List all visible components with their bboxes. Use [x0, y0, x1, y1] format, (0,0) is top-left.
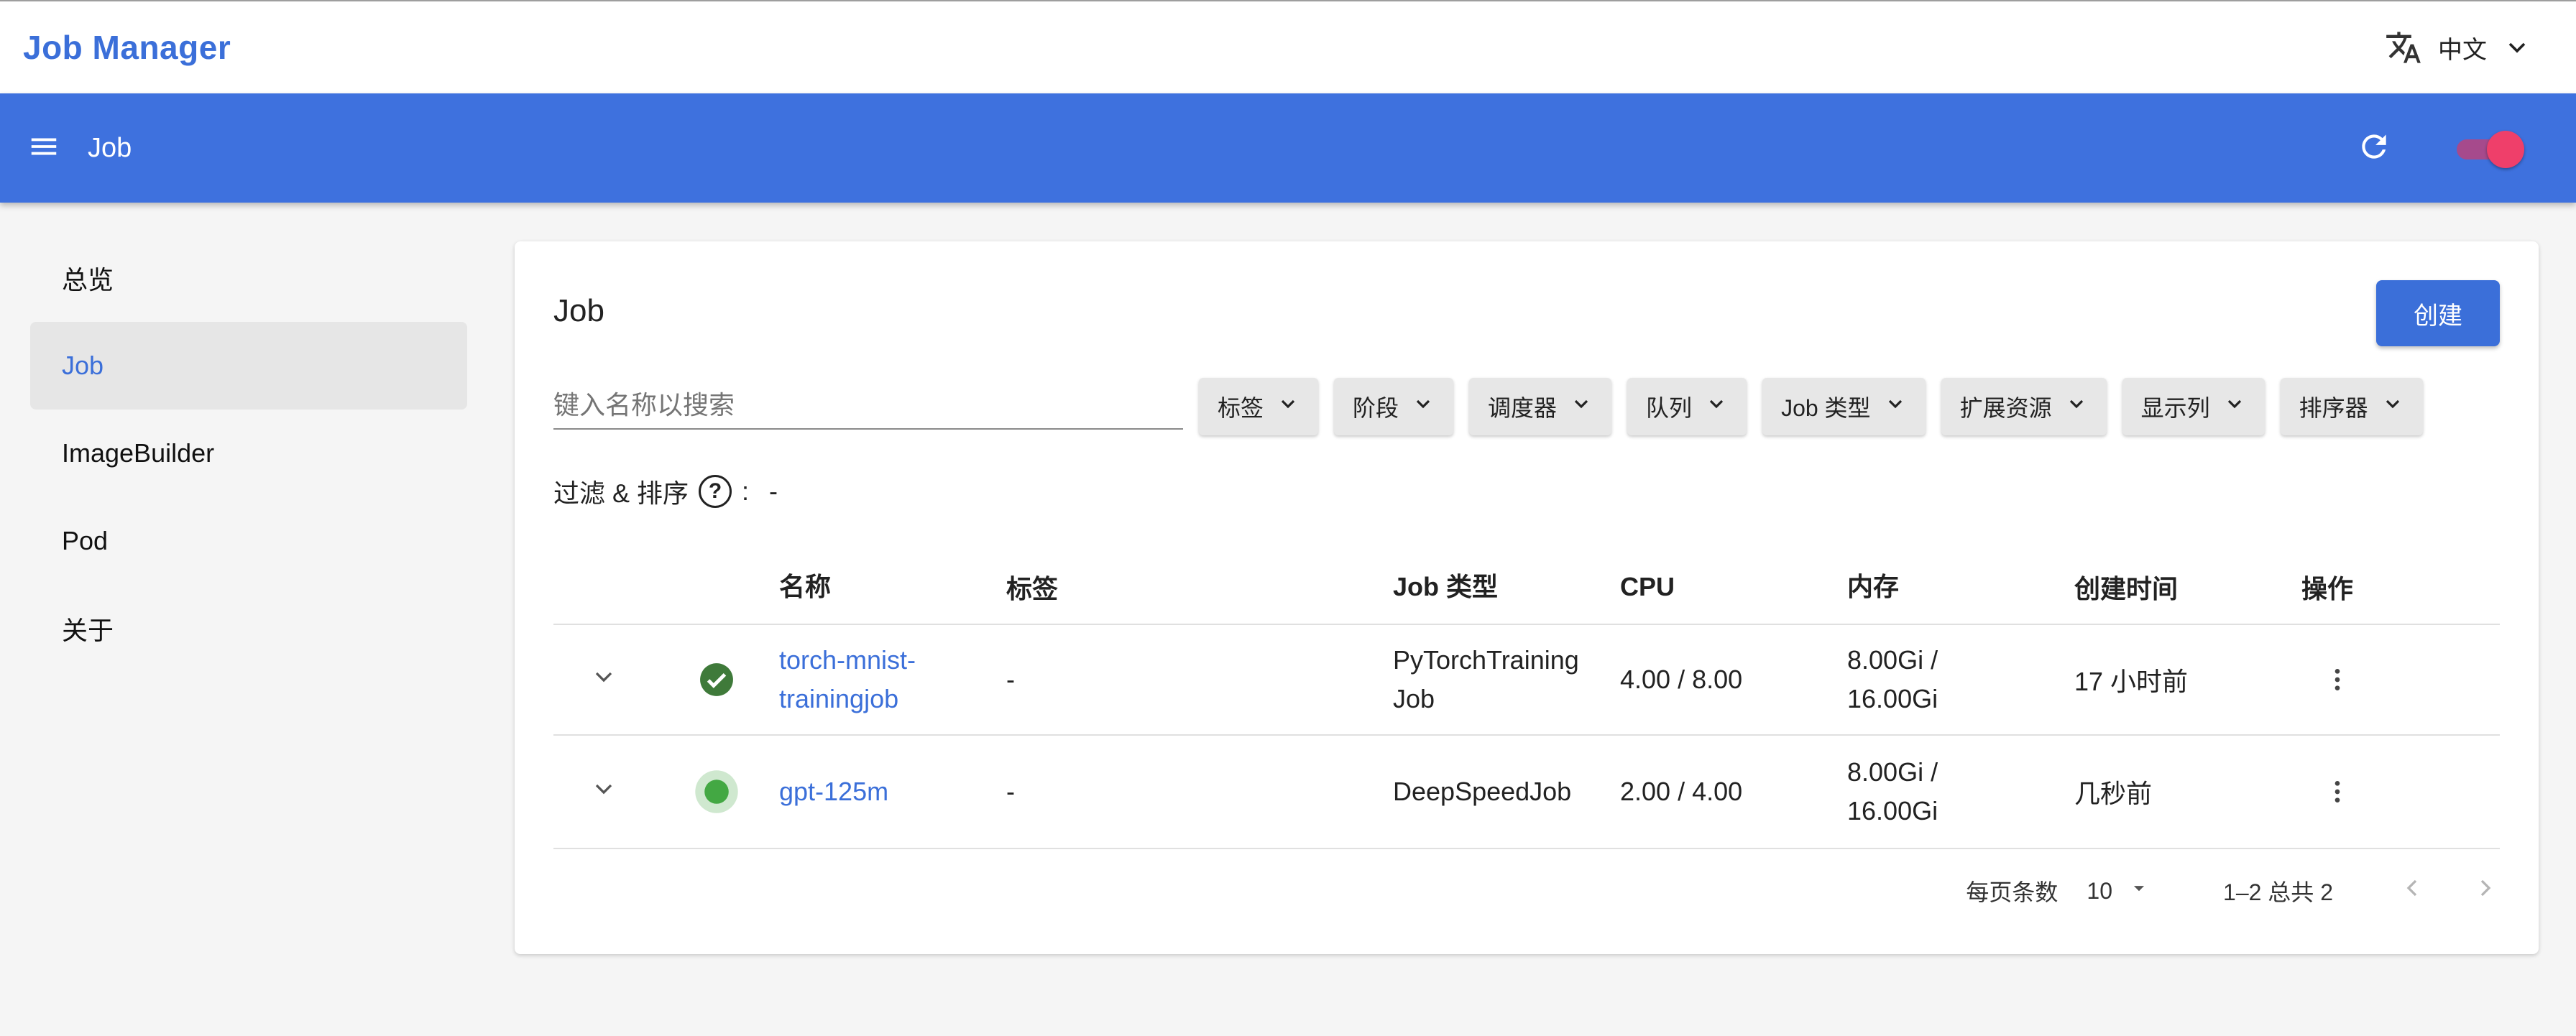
sidebar-item-pod[interactable]: Pod — [30, 497, 467, 585]
job-cpu: 4.00 / 8.00 — [1620, 665, 1743, 694]
chevron-down-icon — [2223, 392, 2246, 421]
job-cpu: 2.00 / 4.00 — [1620, 777, 1743, 806]
language-label: 中文 — [2438, 36, 2487, 64]
job-table: 名称 标签 Job 类型 CPU 内存 创建时间 操作 torch-mnist-… — [553, 550, 2500, 849]
filter-bar: 标签 阶段 调度器 队列 Job 类型 扩展资源 显示列 排序器 — [1199, 378, 2423, 435]
create-button[interactable]: 创建 — [2376, 280, 2500, 346]
chevron-down-icon — [1276, 392, 1300, 421]
filter-state-label: 过滤 & 排序 — [553, 478, 689, 508]
column-header-created[interactable]: 创建时间 — [2074, 568, 2301, 606]
top-header: Job Manager 中文 — [0, 0, 2576, 93]
arrow-drop-down-icon — [2127, 876, 2151, 906]
job-type: PyTorchTraining Job — [1393, 645, 1579, 713]
filter-state: 过滤 & 排序 ? : - — [553, 473, 778, 510]
rows-per-page-label: 每页条数 — [1966, 879, 2058, 905]
column-header-type[interactable]: Job 类型 — [1393, 568, 1620, 606]
brand-title[interactable]: Job Manager — [23, 28, 231, 67]
chevron-down-icon — [2381, 392, 2404, 421]
chevron-down-icon — [2503, 33, 2531, 62]
job-card: Job 创建 标签 阶段 调度器 队列 Job 类型 扩展资源 显示列 排序器 … — [515, 241, 2539, 954]
filter-sorter-button[interactable]: 排序器 — [2280, 378, 2423, 435]
pagination: 每页条数 10 1–2 总共 2 — [1966, 874, 2500, 908]
job-name-link[interactable]: gpt-125m — [779, 772, 1006, 811]
job-created: 17 小时前 — [2074, 667, 2189, 696]
filter-extended-resources-button[interactable]: 扩展资源 — [1941, 378, 2107, 435]
expand-row-button[interactable] — [553, 774, 654, 810]
filter-label: 扩展资源 — [1959, 395, 2052, 421]
job-memory: 8.00Gi / 16.00Gi — [1847, 645, 1938, 713]
filter-label: Job 类型 — [1781, 395, 1871, 421]
filter-queue-button[interactable]: 队列 — [1627, 378, 1747, 435]
chevron-down-icon — [1570, 392, 1593, 421]
app-bar-title: Job — [88, 132, 132, 163]
job-memory: 8.00Gi / 16.00Gi — [1847, 757, 1938, 825]
chevron-down-icon — [1884, 392, 1907, 421]
theme-toggle[interactable] — [2452, 126, 2524, 170]
filter-columns-button[interactable]: 显示列 — [2122, 378, 2265, 435]
filter-state-colon: : — [742, 476, 750, 506]
status-succeeded-icon — [654, 662, 779, 698]
job-type: DeepSpeedJob — [1393, 777, 1572, 806]
sidebar-item-job[interactable]: Job — [30, 322, 467, 410]
filter-label: 排序器 — [2299, 395, 2368, 421]
sidebar-item-overview[interactable]: 总览 — [30, 234, 467, 322]
help-icon[interactable]: ? — [699, 475, 732, 508]
filter-job-type-button[interactable]: Job 类型 — [1762, 378, 1926, 435]
filter-labels-button[interactable]: 标签 — [1199, 378, 1319, 435]
job-name-link[interactable]: torch-mnist- trainingjob — [779, 641, 1006, 718]
column-header-cpu[interactable]: CPU — [1620, 572, 1847, 602]
rows-per-page-value: 10 — [2087, 877, 2113, 904]
menu-icon[interactable] — [27, 130, 60, 167]
filter-phase-button[interactable]: 阶段 — [1334, 378, 1454, 435]
more-vert-icon[interactable] — [2301, 777, 2373, 806]
filter-state-value: - — [769, 476, 778, 506]
status-running-icon — [654, 769, 779, 814]
chevron-down-icon — [589, 662, 618, 698]
pagination-range: 1–2 总共 2 — [2223, 879, 2333, 905]
filter-label: 阶段 — [1353, 395, 1399, 421]
job-labels: - — [1006, 777, 1015, 806]
chevron-left-icon[interactable] — [2398, 874, 2426, 908]
filter-scheduler-button[interactable]: 调度器 — [1469, 378, 1612, 435]
column-header-memory[interactable]: 内存 — [1847, 568, 2074, 606]
column-header-name[interactable]: 名称 — [779, 568, 1006, 606]
sidebar: 总览 Job ImageBuilder Pod 关于 — [30, 234, 467, 672]
sidebar-item-about[interactable]: 关于 — [30, 585, 467, 672]
chevron-down-icon — [1412, 392, 1435, 421]
filter-label: 显示列 — [2140, 395, 2210, 421]
sidebar-item-imagebuilder[interactable]: ImageBuilder — [30, 410, 467, 497]
toggle-thumb — [2487, 131, 2524, 168]
chevron-down-icon — [1705, 392, 1728, 421]
rows-per-page-select[interactable]: 10 — [2087, 876, 2151, 906]
job-created: 几秒前 — [2074, 779, 2153, 808]
more-vert-icon[interactable] — [2301, 665, 2373, 694]
chevron-right-icon[interactable] — [2471, 874, 2500, 908]
filter-label: 标签 — [1218, 395, 1264, 421]
table-row: gpt-125m - DeepSpeedJob 2.00 / 4.00 8.00… — [553, 736, 2500, 849]
translate-icon — [2385, 29, 2422, 66]
refresh-icon[interactable] — [2356, 129, 2392, 168]
page-title: Job — [553, 293, 604, 328]
filter-label: 调度器 — [1488, 395, 1558, 421]
search-input[interactable] — [553, 382, 1183, 430]
job-labels: - — [1006, 665, 1015, 694]
filter-label: 队列 — [1646, 395, 1693, 421]
expand-row-button[interactable] — [553, 662, 654, 698]
column-header-labels[interactable]: 标签 — [1006, 568, 1393, 606]
column-header-actions: 操作 — [2301, 574, 2354, 603]
table-row: torch-mnist- trainingjob - PyTorchTraini… — [553, 625, 2500, 736]
chevron-down-icon — [2065, 392, 2088, 421]
chevron-down-icon — [589, 774, 618, 810]
language-selector[interactable]: 中文 — [2385, 29, 2531, 66]
app-bar: Job — [0, 93, 2576, 203]
table-header: 名称 标签 Job 类型 CPU 内存 创建时间 操作 — [553, 550, 2500, 625]
